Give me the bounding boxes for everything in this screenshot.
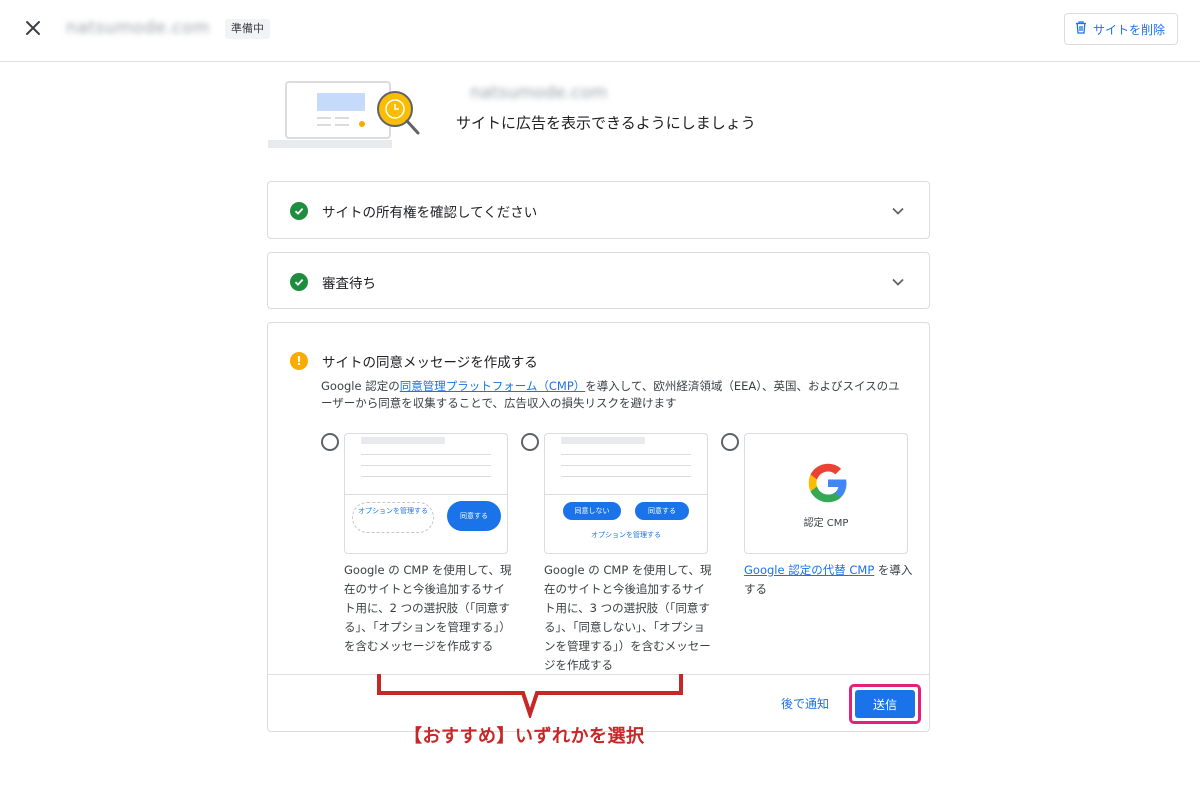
page-subtitle: サイトに広告を表示できるようにしましょう: [456, 114, 756, 132]
step-description: Google 認定の同意管理プラットフォーム（CMP）を導入して、欧州経済領域（…: [321, 378, 911, 412]
cmp-link[interactable]: 同意管理プラットフォーム（CMP）: [400, 379, 586, 393]
preview-line: [561, 476, 691, 477]
radio-option-1[interactable]: [321, 433, 339, 451]
preview-manage-options: オプションを管理する: [352, 502, 434, 533]
preview-line: [361, 454, 491, 455]
delete-site-button[interactable]: サイトを削除: [1063, 13, 1178, 45]
preview-divider: [345, 494, 507, 495]
google-logo-icon: [807, 462, 849, 504]
step-title: 審査待ち: [322, 276, 376, 292]
notify-later-button[interactable]: 後で通知: [781, 695, 829, 712]
warning-icon: !: [290, 352, 308, 370]
preview-manage-options: オプションを管理する: [591, 531, 661, 539]
radio-option-2[interactable]: [521, 433, 539, 451]
step-review-pending[interactable]: 審査待ち: [267, 252, 930, 309]
message-preview: オプションを管理する 同意する: [344, 433, 508, 554]
option-description: Google 認定の代替 CMP を導入する: [744, 561, 916, 599]
alternative-cmp-link[interactable]: Google 認定の代替 CMP: [744, 563, 874, 577]
preview-line: [361, 465, 491, 466]
status-badge: 準備中: [225, 19, 270, 39]
top-bar: natsumode.com 準備中 サイトを削除: [0, 0, 1200, 62]
delete-button-label: サイトを削除: [1092, 22, 1165, 37]
preview-line: [561, 465, 691, 466]
chevron-down-icon[interactable]: [889, 202, 907, 220]
step-title: サイトの同意メッセージを作成する: [322, 355, 538, 371]
radio-option-3[interactable]: [721, 433, 739, 451]
preview-line: [561, 454, 691, 455]
annotation-bracket: [376, 674, 684, 721]
annotation-callout: 【おすすめ】いずれかを選択: [404, 726, 645, 747]
trash-icon: [1075, 21, 1087, 37]
preview-agree: 同意する: [447, 501, 501, 531]
highlight-box: 送信: [849, 684, 921, 724]
preview-divider: [545, 494, 707, 495]
send-button[interactable]: 送信: [855, 690, 915, 718]
site-name: natsumode.com: [66, 18, 210, 38]
site-review-illustration: [268, 78, 428, 150]
check-circle-icon: [290, 202, 308, 220]
check-circle-icon: [290, 273, 308, 291]
preview-title-bar: [561, 437, 645, 444]
certified-cmp-label: 認定 CMP: [803, 518, 849, 529]
desc-text: Google 認定の: [321, 379, 400, 393]
preview-title-bar: [361, 437, 445, 444]
cmp-preview: 認定 CMP: [744, 433, 908, 554]
preview-agree: 同意する: [635, 502, 689, 520]
preview-disagree: 同意しない: [563, 502, 621, 520]
step-consent-message: ! サイトの同意メッセージを作成する Google 認定の同意管理プラットフォー…: [267, 322, 930, 732]
option-description: Google の CMP を使用して、現在のサイトと今後追加するサイト用に、2 …: [344, 563, 512, 653]
preview-line: [361, 476, 491, 477]
option-description: Google の CMP を使用して、現在のサイトと今後追加するサイト用に、3 …: [544, 563, 712, 672]
hero-site-name: natsumode.com: [470, 83, 608, 103]
step-title: サイトの所有権を確認してください: [322, 205, 538, 221]
message-preview: 同意しない 同意する オプションを管理する: [544, 433, 708, 554]
step-verify-ownership[interactable]: サイトの所有権を確認してください: [267, 181, 930, 239]
chevron-down-icon[interactable]: [889, 273, 907, 291]
close-icon[interactable]: [22, 17, 44, 39]
